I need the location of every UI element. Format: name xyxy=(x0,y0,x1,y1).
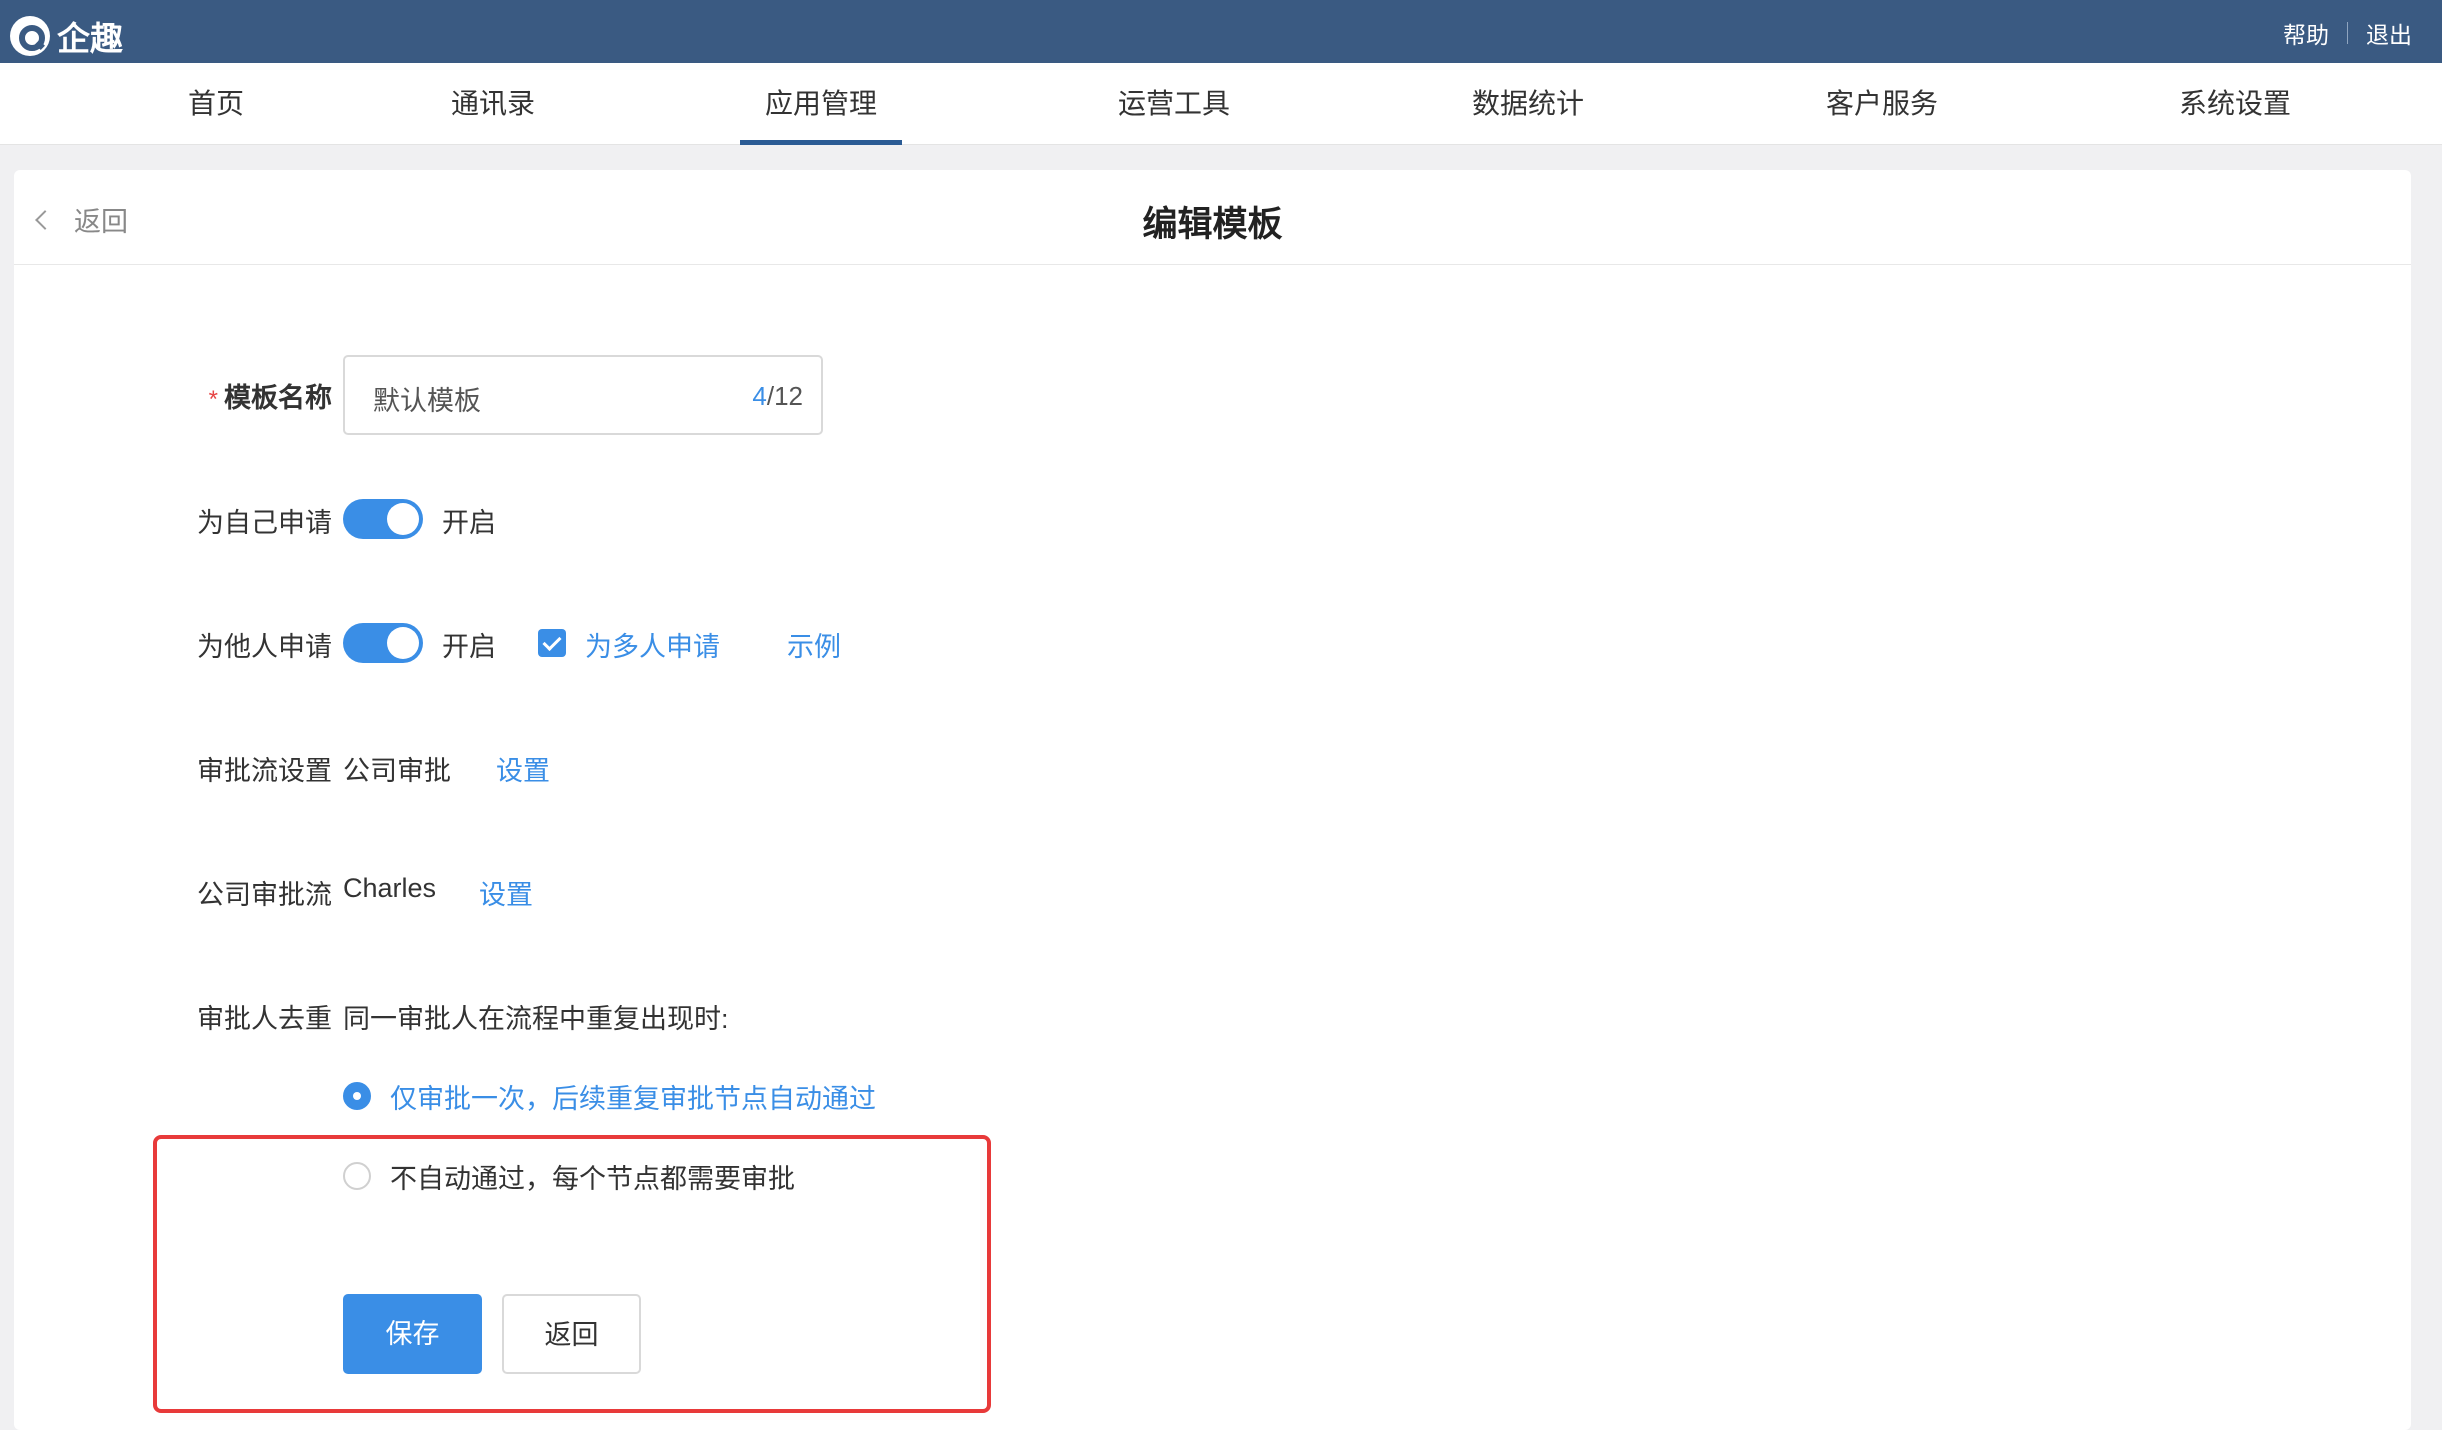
flow-setting-value: 公司审批 xyxy=(343,756,451,786)
company-flow-label: 公司审批流 xyxy=(197,880,332,910)
nav-item-system-settings[interactable]: 系统设置 xyxy=(2179,63,2291,145)
self-apply-toggle[interactable] xyxy=(343,499,423,539)
flow-setting-link[interactable]: 设置 xyxy=(496,749,550,788)
required-mark: * xyxy=(208,386,218,413)
logout-link[interactable]: 退出 xyxy=(2366,16,2412,50)
top-right-links: 帮助 退出 xyxy=(2283,16,2412,50)
save-button[interactable]: 保存 xyxy=(343,1294,482,1374)
other-apply-state: 开启 xyxy=(442,632,496,662)
flow-setting-label: 审批流设置 xyxy=(197,756,332,786)
logo-icon xyxy=(10,16,50,56)
example-link[interactable]: 示例 xyxy=(787,625,841,664)
template-name-label: * 模板名称 xyxy=(208,383,332,413)
self-apply-label: 为自己申请 xyxy=(197,508,332,538)
nav-item-customer-service[interactable]: 客户服务 xyxy=(1826,63,1938,145)
nav-item-operation-tools[interactable]: 运营工具 xyxy=(1118,63,1230,145)
nav-item-home[interactable]: 首页 xyxy=(188,63,244,145)
top-bar: 企趣 帮助 退出 xyxy=(0,0,2442,63)
dedupe-option-radio-1[interactable] xyxy=(343,1082,371,1110)
template-name-value: 默认模板 xyxy=(373,386,481,416)
nav-item-contacts[interactable]: 通讯录 xyxy=(451,63,535,145)
app-name: 企趣 xyxy=(57,20,123,57)
company-flow-value: Charles xyxy=(343,873,437,903)
nav-item-statistics[interactable]: 数据统计 xyxy=(1472,63,1584,145)
nav-item-app-management[interactable]: 应用管理 xyxy=(739,63,903,145)
multi-apply-label[interactable]: 为多人申请 xyxy=(585,625,720,664)
other-apply-label: 为他人申请 xyxy=(197,632,332,662)
multi-apply-checkbox[interactable] xyxy=(538,629,566,657)
page-title: 编辑模板 xyxy=(1142,205,1283,244)
dedupe-option-radio-2[interactable] xyxy=(343,1162,371,1190)
dedupe-option-label-2[interactable]: 不自动通过，每个节点都需要审批 xyxy=(390,1157,795,1196)
self-apply-state: 开启 xyxy=(442,508,496,538)
help-link[interactable]: 帮助 xyxy=(2283,16,2329,50)
template-name-input[interactable]: 默认模板 4/12 xyxy=(343,355,823,435)
app-logo[interactable]: 企趣 xyxy=(10,12,123,60)
card-header: 返回 编辑模板 xyxy=(14,170,2411,265)
other-apply-toggle[interactable] xyxy=(343,623,423,663)
dedupe-description: 同一审批人在流程中重复出现时: xyxy=(343,1004,729,1034)
divider xyxy=(2347,22,2348,44)
back-button[interactable]: 返回 xyxy=(502,1294,641,1374)
main-nav: 首页 通讯录 应用管理 运营工具 数据统计 客户服务 系统设置 xyxy=(0,63,2442,145)
char-counter: 4/12 xyxy=(752,381,803,411)
dedupe-label: 审批人去重 xyxy=(197,1004,332,1034)
dedupe-option-label-1[interactable]: 仅审批一次，后续重复审批节点自动通过 xyxy=(390,1077,876,1116)
edit-template-card: 返回 编辑模板 * 模板名称 默认模板 4/12 为自己申请 开启 为他人申请 开… xyxy=(14,170,2411,1430)
company-flow-link[interactable]: 设置 xyxy=(479,873,533,912)
